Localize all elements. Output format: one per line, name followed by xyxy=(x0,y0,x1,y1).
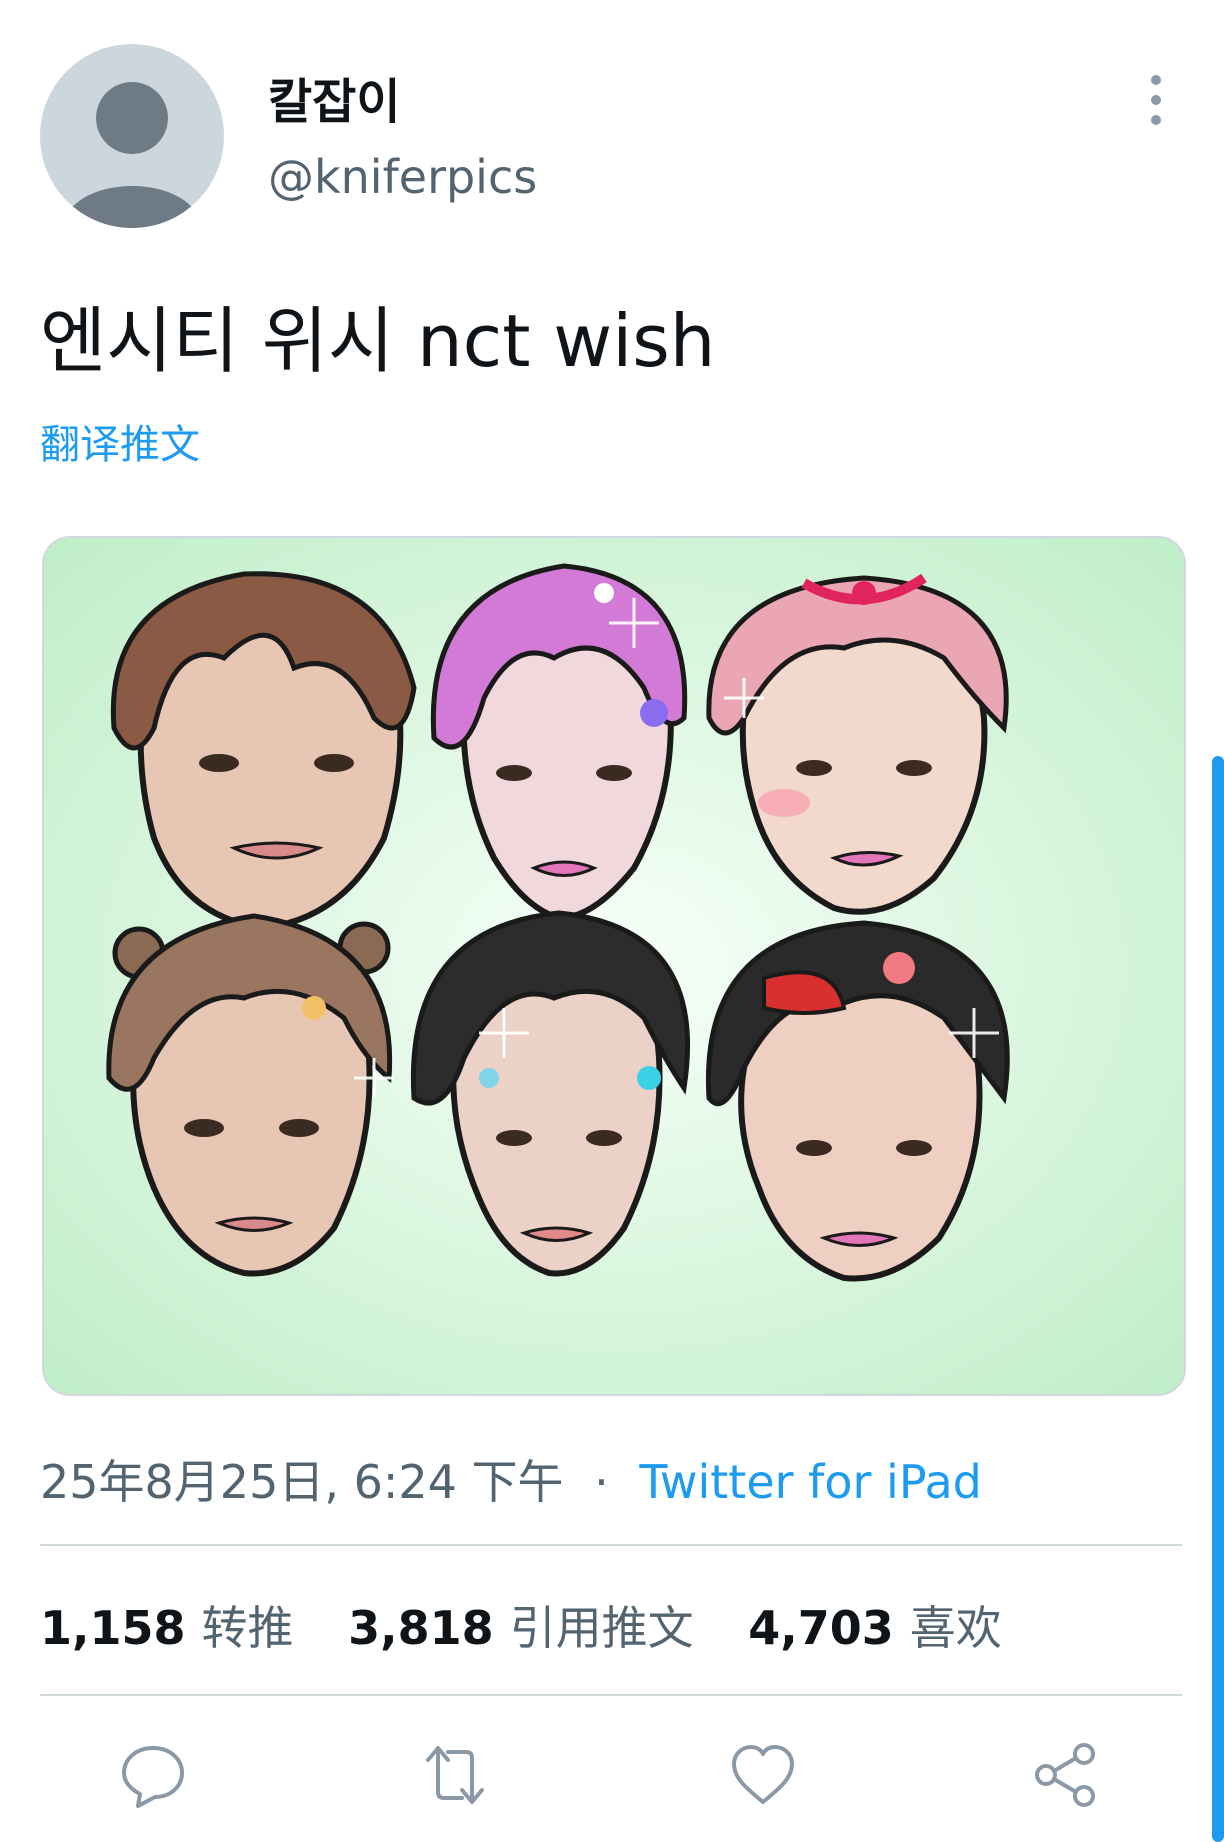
tweet-text: 엔시티 위시 nct wish xyxy=(40,299,716,383)
scrollbar-thumb[interactable] xyxy=(1212,756,1224,1842)
face-1 xyxy=(110,571,417,932)
tweet-source-link[interactable]: Twitter for iPad xyxy=(639,1455,982,1509)
quotes-count: 3,818 xyxy=(348,1601,494,1655)
tweet-image[interactable] xyxy=(42,536,1186,1396)
portrait-illustration-icon xyxy=(106,563,1010,1282)
retweets-label: 转推 xyxy=(201,1601,294,1655)
default-avatar-icon xyxy=(62,82,202,228)
divider-top xyxy=(40,1544,1182,1546)
retweets-stat[interactable]: 1,158 转推 xyxy=(40,1592,294,1658)
tweet-timestamp[interactable]: 25年8月25日, 6:24 下午 xyxy=(40,1455,564,1509)
likes-count: 4,703 xyxy=(748,1601,894,1655)
quotes-stat[interactable]: 3,818 引用推文 xyxy=(348,1592,694,1658)
face-4 xyxy=(106,913,393,1277)
likes-stat[interactable]: 4,703 喜欢 xyxy=(748,1592,1002,1658)
avatar[interactable] xyxy=(40,44,224,228)
face-3 xyxy=(706,573,1009,915)
retweet-icon[interactable] xyxy=(420,1740,490,1810)
tweet-stats: 1,158 转推 3,818 引用推文 4,703 喜欢 xyxy=(40,1592,1042,1658)
face-6 xyxy=(705,920,1010,1282)
quotes-label: 引用推文 xyxy=(509,1601,694,1655)
reply-icon[interactable] xyxy=(118,1740,188,1810)
translate-tweet-link[interactable]: 翻译推文 xyxy=(40,412,200,470)
likes-label: 喜欢 xyxy=(909,1601,1002,1655)
face-2 xyxy=(430,563,688,922)
display-name[interactable]: 칼잡이 xyxy=(268,62,400,132)
share-icon[interactable] xyxy=(1030,1740,1100,1810)
like-icon[interactable] xyxy=(728,1740,798,1810)
retweets-count: 1,158 xyxy=(40,1601,186,1655)
tweet-meta: 25年8月25日, 6:24 下午 · Twitter for iPad xyxy=(40,1446,982,1512)
face-5 xyxy=(410,910,690,1277)
meta-separator: · xyxy=(594,1455,609,1509)
more-options-icon[interactable] xyxy=(1136,72,1176,128)
user-handle[interactable]: @kniferpics xyxy=(268,150,537,204)
divider-bottom xyxy=(40,1694,1182,1696)
